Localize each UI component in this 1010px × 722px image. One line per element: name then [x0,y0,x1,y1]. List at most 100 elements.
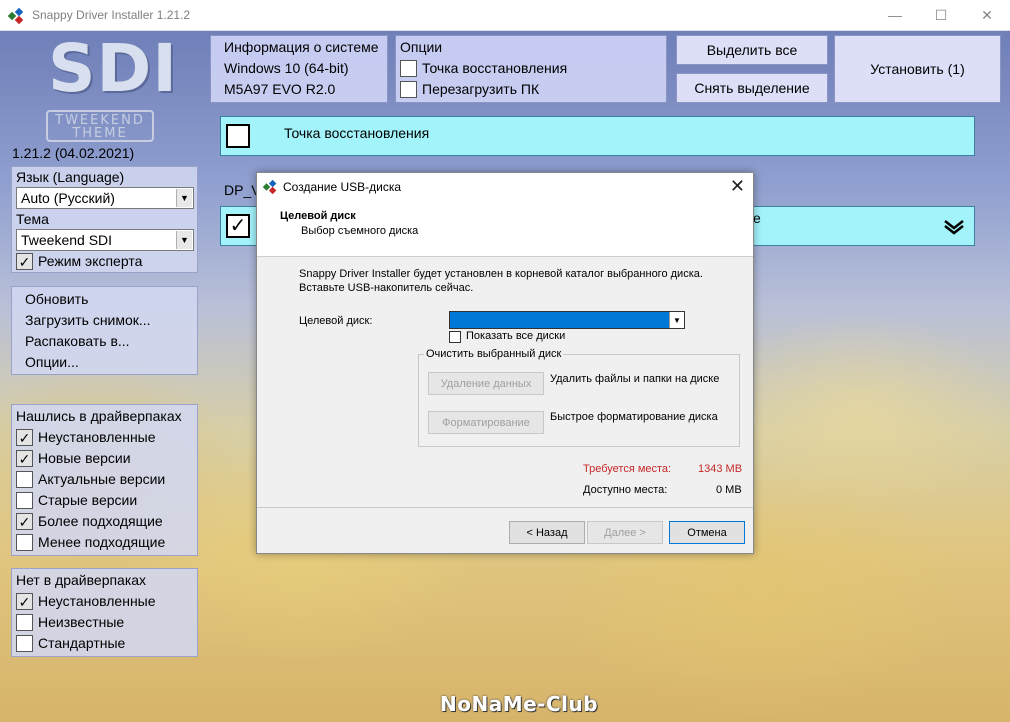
version-label: 1.21.2 (04.02.2021) [12,145,134,161]
available-space-value: 0 MB [716,484,742,496]
refresh-action[interactable]: Обновить [25,291,88,307]
title-bar: Snappy Driver Installer 1.21.2 — ☐ ✕ [0,0,1010,31]
install-button[interactable]: Установить (1) [834,35,1001,103]
filter-label: Актуальные версии [38,471,165,487]
checkmark-icon: ✓ [19,255,31,269]
format-button[interactable]: Форматирование [428,411,544,434]
filter-checkbox[interactable]: ✓ [16,513,33,530]
expert-mode-label: Режим эксперта [38,253,142,269]
language-value: Auto (Русский) [21,190,115,206]
sdi-logo: SDI [48,34,178,104]
filter-label: Стандартные [38,635,125,651]
filter-checkbox[interactable]: ✓ [16,429,33,446]
target-disk-select[interactable]: ▼ [449,311,685,329]
checkmark-icon: ✓ [19,515,31,529]
chevron-down-icon: ▼ [176,189,192,207]
close-button[interactable]: ✕ [964,0,1010,30]
theme-select[interactable]: Tweekend SDI ▼ [16,229,194,251]
filter-checkbox[interactable] [16,614,33,631]
restore-point-row-label: Точка восстановления [284,125,429,141]
erase-data-description: Удалить файлы и папки на диске [550,373,719,385]
dialog-title: Создание USB-диска [283,180,401,194]
available-space-label: Доступно места: [583,484,667,496]
dialog-close-button[interactable]: ✕ [730,176,745,197]
theme-label: Тема [16,211,49,227]
window-title: Snappy Driver Installer 1.21.2 [32,8,190,22]
settings-panel: Язык (Language) Auto (Русский) ▼ Тема Tw… [11,166,198,273]
filter-checkbox[interactable] [16,492,33,509]
language-select[interactable]: Auto (Русский) ▼ [16,187,194,209]
select-all-button[interactable]: Выделить все [676,35,828,65]
restore-point-row[interactable]: Точка восстановления [220,116,975,156]
target-disk-value [450,312,453,324]
chevron-down-icon: ▼ [669,312,684,328]
filter-checkbox[interactable]: ✓ [16,450,33,467]
restore-point-label: Точка восстановления [422,60,567,76]
checkmark-icon: ✓ [19,595,31,609]
options-title: Опции [400,39,442,55]
theme-logo: TWEEKEND THEME [46,110,154,142]
extract-action[interactable]: Распаковать в... [25,333,130,349]
filter-checkbox[interactable] [16,635,33,652]
system-info-box[interactable]: Информация о системе Windows 10 (64-bit)… [210,35,388,103]
driver-row-text: e [753,210,761,226]
show-all-disks-checkbox[interactable] [449,331,461,343]
dialog-title-bar: Создание USB-диска ✕ [257,173,753,201]
dialog-info-line1: Snappy Driver Installer будет установлен… [299,268,703,280]
cancel-button[interactable]: Отмена [669,521,745,544]
erase-data-button[interactable]: Удаление данных [428,372,544,395]
notfound-filters-panel: Нет в драйверпаках ✓ Неустановленные Неи… [11,568,198,657]
target-disk-label: Целевой диск: [299,315,372,327]
options-action[interactable]: Опции... [25,354,79,370]
back-button[interactable]: < Назад [509,521,585,544]
system-info-title: Информация о системе [224,39,379,55]
dialog-info-line2: Вставьте USB-накопитель сейчас. [299,282,473,294]
language-label: Язык (Language) [16,169,124,185]
restore-point-row-checkbox[interactable] [226,124,250,148]
minimize-button[interactable]: — [872,0,918,30]
next-button[interactable]: Далее > [587,521,663,544]
dialog-header-subtitle: Выбор съемного диска [301,225,418,237]
maximize-button[interactable]: ☐ [918,0,964,30]
filter-label: Более подходящие [38,513,163,529]
os-version: Windows 10 (64-bit) [224,60,349,76]
restore-point-checkbox[interactable] [400,60,417,77]
checkmark-icon: ✓ [19,431,31,445]
reboot-checkbox[interactable] [400,81,417,98]
filter-label: Старые версии [38,492,137,508]
found-filters-panel: Нашлись в драйверпаках ✓ Неустановленные… [11,404,198,556]
theme-logo-line2: THEME [48,127,152,140]
motherboard-model: M5A97 EVO R2.0 [224,81,335,97]
required-space-value: 1343 MB [698,463,742,475]
reboot-label: Перезагрузить ПК [422,81,539,97]
filter-label: Новые версии [38,450,131,466]
dialog-divider [257,507,753,508]
theme-value: Tweekend SDI [21,232,112,248]
checkmark-icon: ✓ [230,216,247,236]
notfound-filters-title: Нет в драйверпаках [16,572,146,588]
filter-label: Неустановленные [38,429,156,445]
dialog-header: Целевой диск Выбор съемного диска [257,201,753,257]
load-snapshot-action[interactable]: Загрузить снимок... [25,312,151,328]
expand-icon[interactable] [943,219,965,235]
filter-label: Менее подходящие [38,534,165,550]
deselect-all-button[interactable]: Снять выделение [676,73,828,103]
usb-dialog: Создание USB-диска ✕ Целевой диск Выбор … [256,172,754,554]
dialog-header-title: Целевой диск [280,210,356,222]
app-icon [263,180,277,194]
expert-mode-checkbox[interactable]: ✓ [16,253,33,270]
show-all-disks-label: Показать все диски [466,330,565,342]
format-description: Быстрое форматирование диска [550,411,718,423]
app-icon [8,8,24,24]
filter-label: Неустановленные [38,593,156,609]
required-space-label: Требуется места: [583,463,671,475]
found-filters-title: Нашлись в драйверпаках [16,408,182,424]
options-box: Опции Точка восстановления Перезагрузить… [395,35,667,103]
watermark-text: NoNaMe-Club [440,692,598,716]
chevron-down-icon: ▼ [176,231,192,249]
driver-row-checkbox[interactable]: ✓ [226,214,250,238]
filter-checkbox[interactable]: ✓ [16,593,33,610]
filter-checkbox[interactable] [16,534,33,551]
filter-label: Неизвестные [38,614,124,630]
filter-checkbox[interactable] [16,471,33,488]
